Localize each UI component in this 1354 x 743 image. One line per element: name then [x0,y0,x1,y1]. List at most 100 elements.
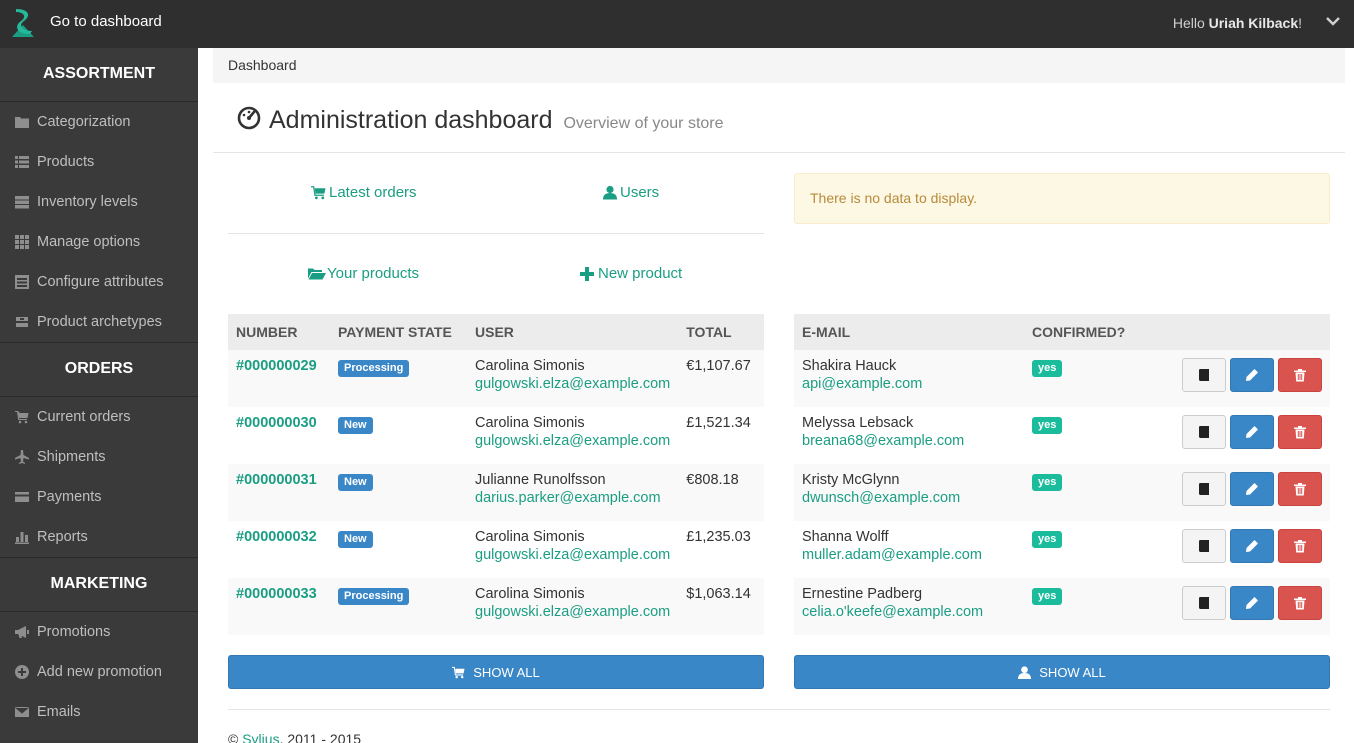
delete-user-button[interactable] [1278,415,1322,449]
user-email-link[interactable]: gulgowski.elza@example.com [475,547,670,563]
sylius-logo-icon[interactable] [10,7,36,39]
breadcrumb-item-dashboard[interactable]: Dashboard [228,57,297,73]
sidebar-item-product-archetypes[interactable]: Product archetypes [0,302,198,342]
sidebar-item-promotions[interactable]: Promotions [0,612,198,652]
sidebar-item-products[interactable]: Products [0,142,198,182]
show-user-button[interactable] [1182,358,1226,392]
user-email-link[interactable]: dwunsch@example.com [802,490,1016,506]
user-cell: Carolina Simonis gulgowski.elza@example.c… [467,350,679,407]
sidebar-item-categorization[interactable]: Categorization [0,102,198,142]
cart-icon [452,666,465,678]
user-email-link[interactable]: breana68@example.com [802,433,1016,449]
sidebar-item-inventory-levels[interactable]: Inventory levels [0,182,198,222]
compressed-icon [14,314,30,330]
order-number-link[interactable]: #000000031 [236,472,317,488]
user-email-link[interactable]: muller.adam@example.com [802,547,1016,563]
tasks-icon [14,194,30,210]
table-header-row: E-MAIL CONFIRMED? [794,314,1330,350]
user-email-cell: Ernestine Padberg celia.o'keefe@example.c… [794,578,1024,635]
sidebar-item-manage-options[interactable]: Manage options [0,222,198,262]
sidebar-item-label: Payments [37,489,102,505]
sylius-link[interactable]: Sylius [242,731,279,743]
stats-icon [14,529,30,545]
show-user-button[interactable] [1182,415,1226,449]
user-email-link[interactable]: darius.parker@example.com [475,490,670,506]
table-row: Shakira Hauck api@example.com yes [794,350,1330,407]
hello-suffix: ! [1298,15,1302,31]
show-user-button[interactable] [1182,529,1226,563]
new-product-link[interactable]: New product [580,265,682,282]
sidebar-item-label: Current orders [37,409,131,425]
edit-user-button[interactable] [1230,415,1274,449]
edit-user-button[interactable] [1230,586,1274,620]
user-greeting[interactable]: Hello Uriah Kilback! [1173,15,1302,31]
show-user-button[interactable] [1182,586,1226,620]
user-email-link[interactable]: gulgowski.elza@example.com [475,376,670,392]
edit-user-button[interactable] [1230,472,1274,506]
edit-user-button[interactable] [1230,358,1274,392]
delete-user-button[interactable] [1278,358,1322,392]
table-row: #000000031 New Julianne Runolfsson darius… [228,464,764,521]
page-subtitle: Overview of your store [563,115,724,132]
status-badge: New [338,417,373,434]
latest-orders-link[interactable]: Latest orders [311,184,417,201]
actions-cell [1154,350,1330,407]
pencil-icon [1246,369,1258,381]
order-number-link[interactable]: #000000030 [236,415,317,431]
column-header-total[interactable]: TOTAL [678,314,764,350]
order-number-link[interactable]: #000000032 [236,529,317,545]
user-name: Ernestine Padberg [802,586,923,602]
column-header-number[interactable]: NUMBER [228,314,330,350]
book-icon [1199,426,1209,438]
bullhorn-icon [14,624,30,640]
delete-user-button[interactable] [1278,529,1322,563]
sidebar-item-label: Emails [37,704,81,720]
go-to-dashboard-link[interactable]: Go to dashboard [50,13,162,30]
sidebar-item-add-new-promotion[interactable]: Add new promotion [0,652,198,692]
order-number-link[interactable]: #000000033 [236,586,317,602]
user-email-link[interactable]: celia.o'keefe@example.com [802,604,1016,620]
sidebar-item-current-orders[interactable]: Current orders [0,397,198,437]
latest-orders-table: NUMBER PAYMENT STATE USER TOTAL #0000000… [228,314,764,635]
column-header-payment-state[interactable]: PAYMENT STATE [330,314,467,350]
user-email-link[interactable]: gulgowski.elza@example.com [475,604,670,620]
trash-icon [1294,426,1306,439]
sidebar-item-reports[interactable]: Reports [0,517,198,557]
user-cell: Julianne Runolfsson darius.parker@example… [467,464,679,521]
page-header: Administration dashboard Overview of you… [213,97,1345,153]
actions-cell [1154,578,1330,635]
order-number-cell: #000000031 [228,464,330,521]
column-header-user[interactable]: USER [467,314,679,350]
total-cell: €808.18 [678,464,764,521]
status-badge: New [338,531,373,548]
footer-divider [228,709,1330,710]
your-products-label: Your products [327,265,420,282]
show-all-orders-button[interactable]: SHOW ALL [228,655,764,689]
book-icon [1199,369,1209,381]
new-product-label: New product [598,265,683,282]
table-row: Shanna Wolff muller.adam@example.com yes [794,521,1330,578]
your-products-link[interactable]: Your products [308,265,419,282]
users-link[interactable]: Users [603,184,659,201]
column-header-confirmed[interactable]: CONFIRMED? [1024,314,1154,350]
table-row: Melyssa Lebsack breana68@example.com yes [794,407,1330,464]
column-header-email[interactable]: E-MAIL [794,314,1024,350]
delete-user-button[interactable] [1278,586,1322,620]
trash-icon [1294,483,1306,496]
user-email-link[interactable]: gulgowski.elza@example.com [475,433,670,449]
plane-icon [14,449,30,465]
payment-state-cell: Processing [330,350,467,407]
sidebar-item-emails[interactable]: Emails [0,692,198,732]
user-email-link[interactable]: api@example.com [802,376,1016,392]
total-cell: $1,063.14 [678,578,764,635]
edit-user-button[interactable] [1230,529,1274,563]
sidebar-item-configure-attributes[interactable]: Configure attributes [0,262,198,302]
delete-user-button[interactable] [1278,472,1322,506]
show-user-button[interactable] [1182,472,1226,506]
show-all-users-button[interactable]: SHOW ALL [794,655,1330,689]
order-number-link[interactable]: #000000029 [236,358,317,374]
chevron-down-icon[interactable] [1326,16,1340,26]
actions-cell [1154,521,1330,578]
sidebar-item-shipments[interactable]: Shipments [0,437,198,477]
sidebar-item-payments[interactable]: Payments [0,477,198,517]
